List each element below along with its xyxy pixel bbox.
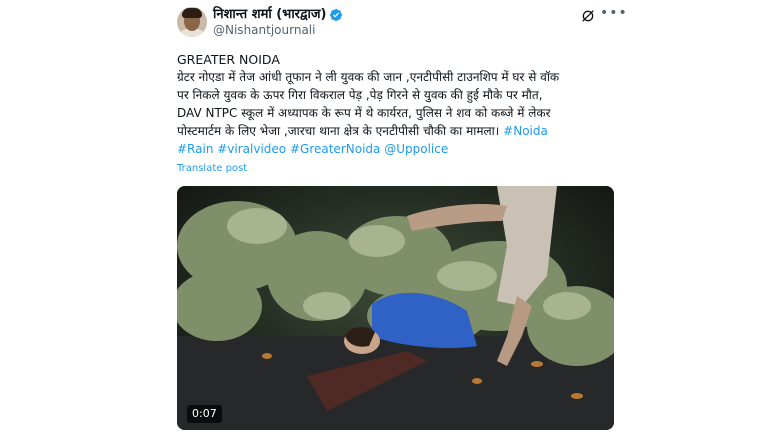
hashtag-noida[interactable]: #Noida [503,124,548,138]
video-player[interactable] [177,186,614,430]
author-avatar[interactable] [177,7,207,37]
post-text-line: पर निकले युवक के ऊपर गिरा विकराल पेड़ ,प… [177,88,543,102]
author-name[interactable]: निशान्त शर्मा (भारद्वाज) [213,7,326,23]
hashtag-greaternoida[interactable]: #GreaterNoida [290,142,380,156]
post-heading: GREATER NOIDA [177,52,280,67]
post-text-line: ग्रेटर नोएडा में तेज आंधी तूफान ने ली यु… [177,70,560,84]
verified-badge-icon [330,9,342,21]
translate-post-link[interactable]: Translate post [177,162,247,175]
more-options-icon[interactable]: ••• [600,6,627,24]
author-handle[interactable]: @Nishantjournali [213,23,315,38]
hashtag-rain[interactable]: #Rain [177,142,213,156]
grok-icon[interactable] [580,8,596,24]
video-duration: 0:07 [187,405,222,423]
avatar-hair [182,8,202,18]
post-text-line: DAV NTPC स्कूल में अध्यापक के रूप में थे… [177,106,551,120]
post-text: ग्रेटर नोएडा में तेज आंधी तूफान ने ली यु… [177,68,617,158]
post-text-line-end: पोस्टमार्टम के लिए भेजा ,जारचा थाना क्षे… [177,124,500,138]
hashtag-line: #Rain #viralvideo #GreaterNoida @Uppolic… [177,140,617,158]
video-frame [177,186,614,430]
hashtag-viralvideo[interactable]: #viralvideo [217,142,286,156]
post-text-line: पोस्टमार्टम के लिए भेजा ,जारचा थाना क्षे… [177,122,617,140]
tweet-card: निशान्त शर्मा (भारद्वाज) @Nishantjournal… [0,0,784,441]
mention-uppolice[interactable]: @Uppolice [384,142,448,156]
